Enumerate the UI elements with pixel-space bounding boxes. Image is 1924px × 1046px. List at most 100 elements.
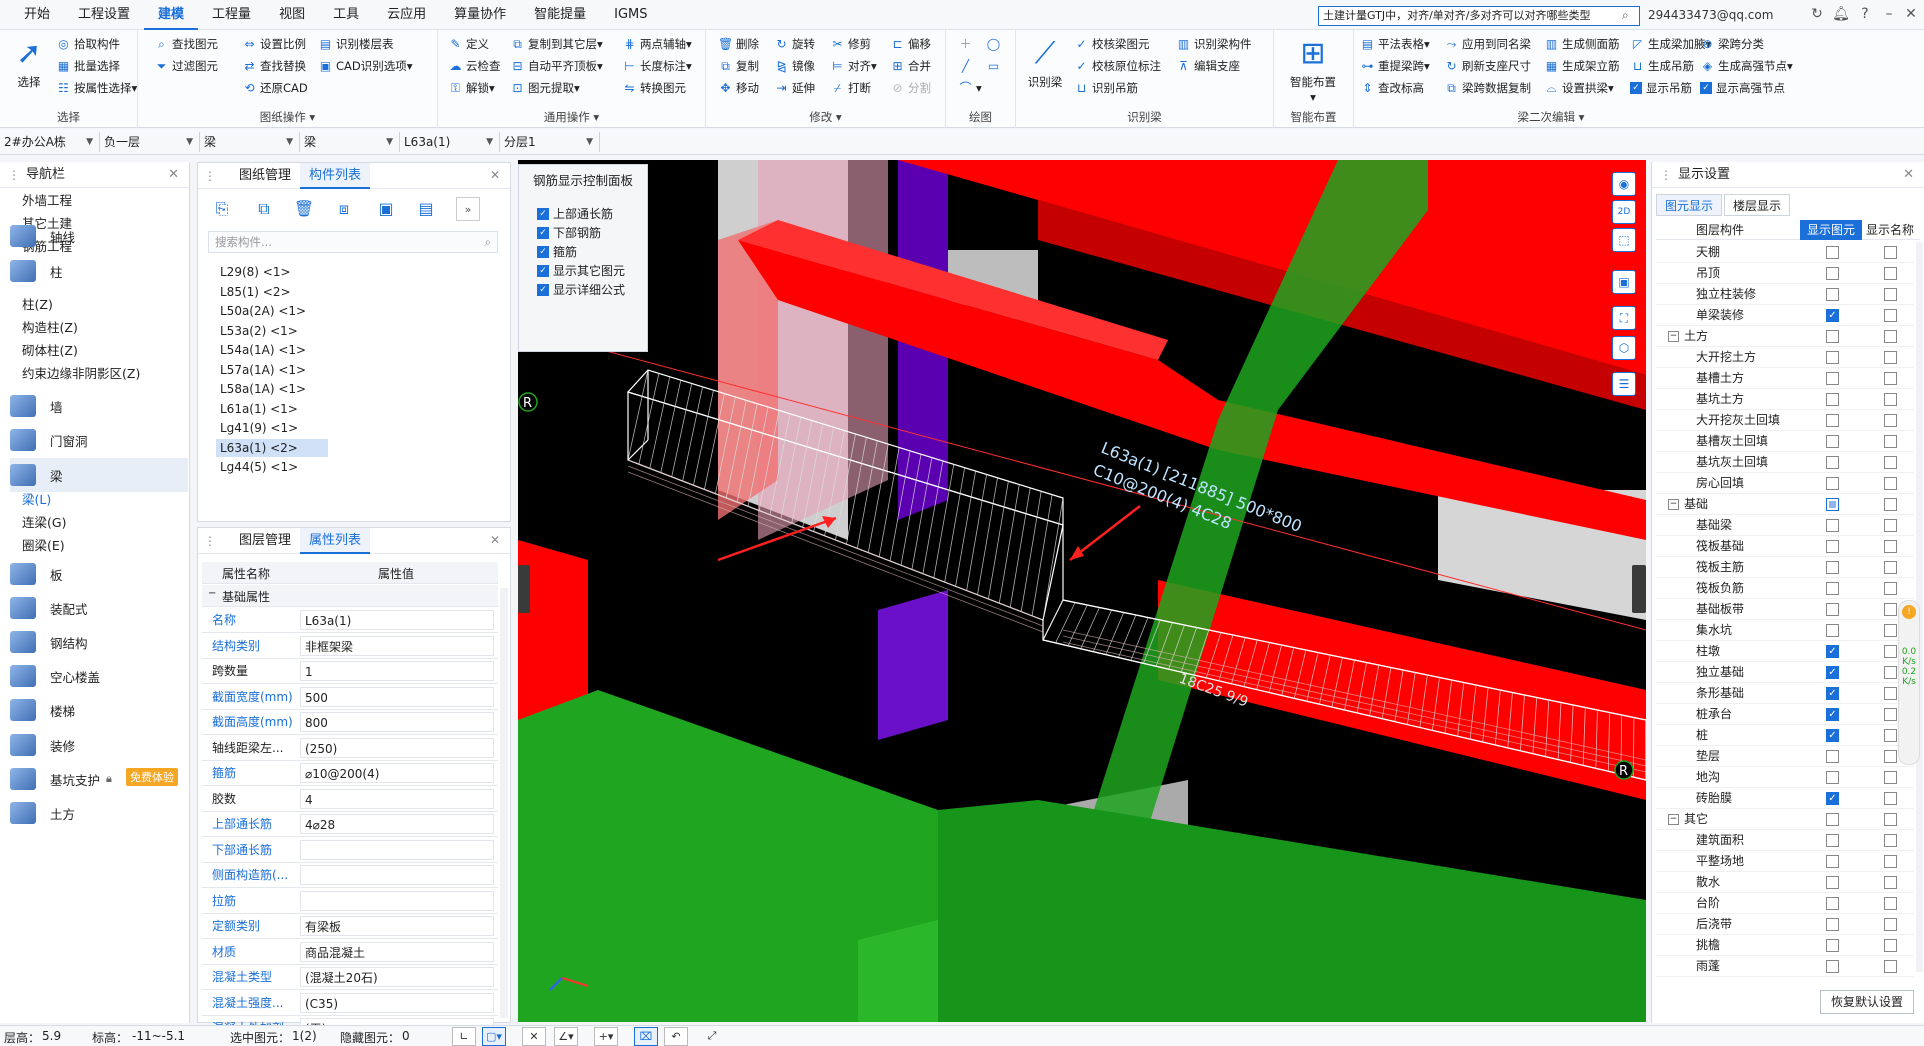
show-element-checkbox[interactable] xyxy=(1826,351,1839,364)
zoom-fit-icon[interactable]: ⛶ xyxy=(1612,306,1636,330)
tab-layer-manage[interactable]: 图层管理 xyxy=(230,528,300,554)
align-button[interactable]: ⊨ 对齐 ▾ xyxy=(830,56,877,76)
show-element-checkbox[interactable] xyxy=(1826,939,1839,952)
property-value-field[interactable]: 1 xyxy=(300,661,494,681)
property-value-field[interactable]: (250) xyxy=(300,737,494,758)
show-element-checkbox[interactable] xyxy=(1826,435,1839,448)
nav-item-top-0[interactable]: 外墙工程 xyxy=(22,190,72,209)
show-element-checkbox[interactable] xyxy=(1826,519,1839,532)
component-list-item[interactable]: L61a(1) <1> xyxy=(216,400,302,418)
unlock-button[interactable]: ⚿ 解锁 ▾ xyxy=(448,78,495,98)
cloud-check-button[interactable]: ☁ 云检查 xyxy=(448,56,501,76)
batch-select-button[interactable]: ▦ 批量选择 xyxy=(56,56,120,76)
search-icon[interactable]: ⌕ xyxy=(1622,8,1629,23)
rebar-toggle-0[interactable]: ✓ 上部通长筋 xyxy=(537,205,613,222)
show-name-checkbox[interactable] xyxy=(1884,771,1897,784)
identify-hanger-button[interactable]: ⊔ 识别吊筋 xyxy=(1074,78,1138,98)
nav-category-6[interactable]: 装配式 xyxy=(10,591,188,625)
show-element-checkbox[interactable] xyxy=(1826,372,1839,385)
filter-element-button[interactable]: ⏷ 过滤图元 xyxy=(154,56,218,76)
view-2d-icon[interactable]: 2D xyxy=(1612,200,1636,224)
point-snap-button[interactable]: +▾ xyxy=(594,1027,618,1046)
close-icon[interactable]: ✕ xyxy=(490,533,500,547)
rect-select-button[interactable]: ▢▾ xyxy=(482,1027,506,1046)
show-element-checkbox[interactable] xyxy=(1826,330,1839,343)
show-name-checkbox[interactable] xyxy=(1884,330,1897,343)
menu-tab-6[interactable]: 云应用 xyxy=(373,0,440,30)
menu-tab-2[interactable]: 建模 xyxy=(144,0,199,30)
show-element-checkbox[interactable] xyxy=(1826,876,1839,889)
identify-beam-button[interactable]: ⟋ 识别梁 xyxy=(1018,34,1072,90)
select-button[interactable]: ➚ 选择 xyxy=(2,34,56,90)
split-button[interactable]: ⊘ 分割 xyxy=(890,78,931,98)
component-select[interactable]: L63a(1) ▼ xyxy=(400,132,500,152)
show-element-checkbox[interactable] xyxy=(1826,813,1839,826)
show-name-checkbox[interactable] xyxy=(1884,561,1897,574)
show-element-checkbox[interactable] xyxy=(1826,561,1839,574)
refresh-icon[interactable]: ↻ xyxy=(1808,6,1826,22)
gen-high-strength-button[interactable]: ◈ 生成高强节点 ▾ xyxy=(1700,56,1793,76)
set-scale-button[interactable]: ⇔ 设置比例 xyxy=(242,34,306,54)
show-element-checkbox[interactable] xyxy=(1826,267,1839,280)
cross-snap-button[interactable]: ✕ xyxy=(522,1027,546,1046)
show-name-checkbox[interactable] xyxy=(1884,435,1897,448)
nav-category-3[interactable]: 门窗洞 xyxy=(10,423,188,457)
col-show-element-header[interactable]: 显示图元 xyxy=(1800,220,1862,240)
property-value-field[interactable] xyxy=(300,865,494,885)
close-window-icon[interactable]: ✕ xyxy=(1902,6,1920,22)
extend-button[interactable]: ⇥ 延伸 xyxy=(774,78,815,98)
span-classify-button[interactable]: ⊕ 梁跨分类 xyxy=(1700,34,1764,54)
property-value-field[interactable]: 商品混凝土 xyxy=(300,941,494,962)
show-name-checkbox[interactable] xyxy=(1884,288,1897,301)
copy-component-icon[interactable]: ⧉ xyxy=(252,197,276,221)
property-value-field[interactable]: 500 xyxy=(300,686,494,707)
3d-viewport[interactable]: L63a(1) [211885] 500*800 C10@200(4) 4C28… xyxy=(518,160,1646,1022)
tab-drawing-manage[interactable]: 图纸管理 xyxy=(230,163,300,189)
show-element-checkbox[interactable] xyxy=(1826,855,1839,868)
polar-button[interactable]: ↶ xyxy=(664,1027,688,1046)
nav-sub-column-2[interactable]: 砌体柱(Z) xyxy=(22,340,78,359)
show-name-checkbox[interactable] xyxy=(1884,960,1897,973)
convert-element-button[interactable]: ⇋ 转换图元 xyxy=(622,78,686,98)
component-list-item[interactable]: L50a(2A) <1> xyxy=(216,302,310,320)
help-search-input[interactable]: 土建计量GTJ中，对齐/单对齐/多对齐可以对齐哪些类型 xyxy=(1318,6,1640,26)
mirror-button[interactable]: ⧎ 镜像 xyxy=(774,56,815,76)
component-list-item[interactable]: L57a(1A) <1> xyxy=(216,361,310,379)
show-element-checkbox[interactable] xyxy=(1826,582,1839,595)
show-name-checkbox[interactable] xyxy=(1884,519,1897,532)
find-element-button[interactable]: ⌕ 查找图元 xyxy=(154,34,218,54)
dynamic-input-button[interactable]: ⌧ xyxy=(634,1027,658,1046)
show-name-checkbox[interactable] xyxy=(1884,666,1897,679)
account-label[interactable]: 294433473@qq.com xyxy=(1648,8,1773,22)
close-icon[interactable]: ✕ xyxy=(490,168,500,182)
show-element-checkbox[interactable]: ✓ xyxy=(1826,708,1839,721)
gen-erection-bar-button[interactable]: ▦ 生成架立筋 xyxy=(1544,56,1620,76)
free-trial-badge[interactable]: 免费体验 xyxy=(126,768,178,786)
show-element-checkbox[interactable]: ✓ xyxy=(1826,687,1839,700)
edit-support-button[interactable]: ⊼ 编辑支座 xyxy=(1176,56,1240,76)
show-name-checkbox[interactable] xyxy=(1884,582,1897,595)
rotate-button[interactable]: ↻ 旋转 xyxy=(774,34,815,54)
component-list-item[interactable]: L29(8) <1> xyxy=(216,263,295,281)
component-search-input[interactable]: 搜索构件... ⌕ xyxy=(208,231,498,253)
break-button[interactable]: ⌿ 打断 xyxy=(830,78,871,98)
collapse-icon[interactable]: − xyxy=(1668,499,1679,510)
show-element-checkbox[interactable]: ✓ xyxy=(1826,309,1839,322)
show-element-checkbox[interactable] xyxy=(1826,246,1839,259)
tab-element-display[interactable]: 图元显示 xyxy=(1656,194,1723,216)
apply-same-name-button[interactable]: ⤳ 应用到同名梁 xyxy=(1444,34,1531,54)
rect-draw-button[interactable]: ▭ xyxy=(986,56,1004,76)
menu-tab-1[interactable]: 工程设置 xyxy=(64,0,144,30)
nav-category-4[interactable]: 梁 xyxy=(10,458,188,492)
point-draw-button[interactable]: ＋ xyxy=(958,34,976,54)
nav-category-12[interactable]: 土方 xyxy=(10,796,188,830)
show-name-checkbox[interactable] xyxy=(1884,267,1897,280)
menu-tab-9[interactable]: IGMS xyxy=(600,0,661,30)
show-name-checkbox[interactable] xyxy=(1884,645,1897,658)
cube-solid-icon[interactable]: ▣ xyxy=(1612,270,1636,294)
restore-default-button[interactable]: 恢复默认设置 xyxy=(1820,990,1914,1014)
show-name-checkbox[interactable] xyxy=(1884,897,1897,910)
component-list-item[interactable]: L58a(1A) <1> xyxy=(216,380,310,398)
help-icon[interactable]: ? xyxy=(1856,6,1874,22)
copy-to-floor-button[interactable]: ⧉ 复制到其它层 ▾ xyxy=(510,34,603,54)
